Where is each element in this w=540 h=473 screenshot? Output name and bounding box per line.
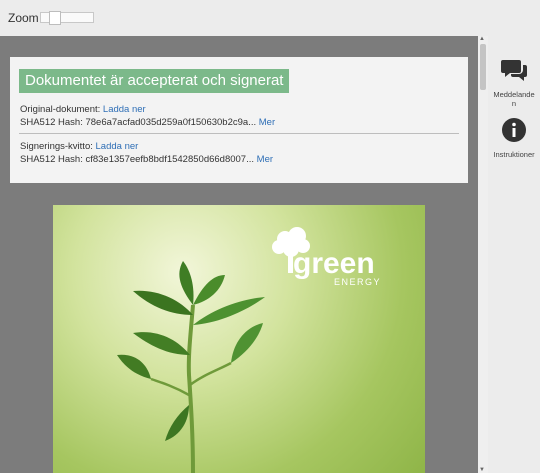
viewer-scrollbar[interactable]: ▲ ▼	[478, 36, 488, 473]
seedling-illustration	[117, 261, 265, 473]
zoom-label: Zoom	[8, 11, 39, 25]
scroll-down-arrow-icon[interactable]: ▼	[479, 467, 485, 473]
instructions-label: Instruktioner	[493, 150, 535, 159]
signature-status-panel: Dokumentet är accepterat och signerat Or…	[10, 57, 468, 183]
original-hash-row: SHA512 Hash: 78e6a7acfad035d259a0f150630…	[20, 117, 275, 128]
zoom-slider-handle[interactable]	[49, 11, 61, 25]
brand-wordmark: green	[293, 247, 375, 280]
receipt-more-link[interactable]: Mer	[257, 154, 273, 165]
accepted-banner: Dokumentet är accepterat och signerat	[19, 69, 290, 93]
original-hash: SHA512 Hash: 78e6a7acfad035d259a0f150630…	[20, 117, 257, 128]
messages-label: Meddelanden	[493, 90, 535, 108]
scroll-up-arrow-icon[interactable]: ▲	[479, 36, 485, 42]
document-viewer[interactable]: Dokumentet är accepterat och signerat Or…	[0, 36, 478, 473]
top-toolbar: Zoom	[0, 0, 540, 36]
receipt-download-link[interactable]: Ladda ner	[96, 141, 139, 152]
original-more-link[interactable]: Mer	[259, 117, 275, 128]
receipt-hash-row: SHA512 Hash: cf83e1357eefb8bdf1542850d66…	[20, 154, 273, 165]
document-page: green ENERGY	[53, 205, 425, 473]
chat-bubbles-icon	[501, 60, 527, 81]
original-document-label: Original-dokument:	[20, 104, 101, 115]
zoom-slider[interactable]	[40, 11, 94, 25]
receipt-hash: SHA512 Hash: cf83e1357eefb8bdf1542850d66…	[20, 154, 255, 165]
receipt-row: Signerings-kvitto: Ladda ner	[20, 141, 138, 152]
divider	[19, 133, 459, 134]
original-document-row: Original-dokument: Ladda ner	[20, 104, 146, 115]
messages-button[interactable]: Meddelanden	[488, 57, 540, 108]
info-icon	[502, 118, 526, 142]
original-download-link[interactable]: Ladda ner	[103, 104, 146, 115]
receipt-label: Signerings-kvitto:	[20, 141, 93, 152]
brand-subtitle: ENERGY	[334, 277, 381, 287]
scrollbar-thumb[interactable]	[480, 44, 486, 90]
instructions-button[interactable]: Instruktioner	[488, 117, 540, 159]
right-sidebar: Meddelanden Instruktioner	[488, 36, 540, 473]
